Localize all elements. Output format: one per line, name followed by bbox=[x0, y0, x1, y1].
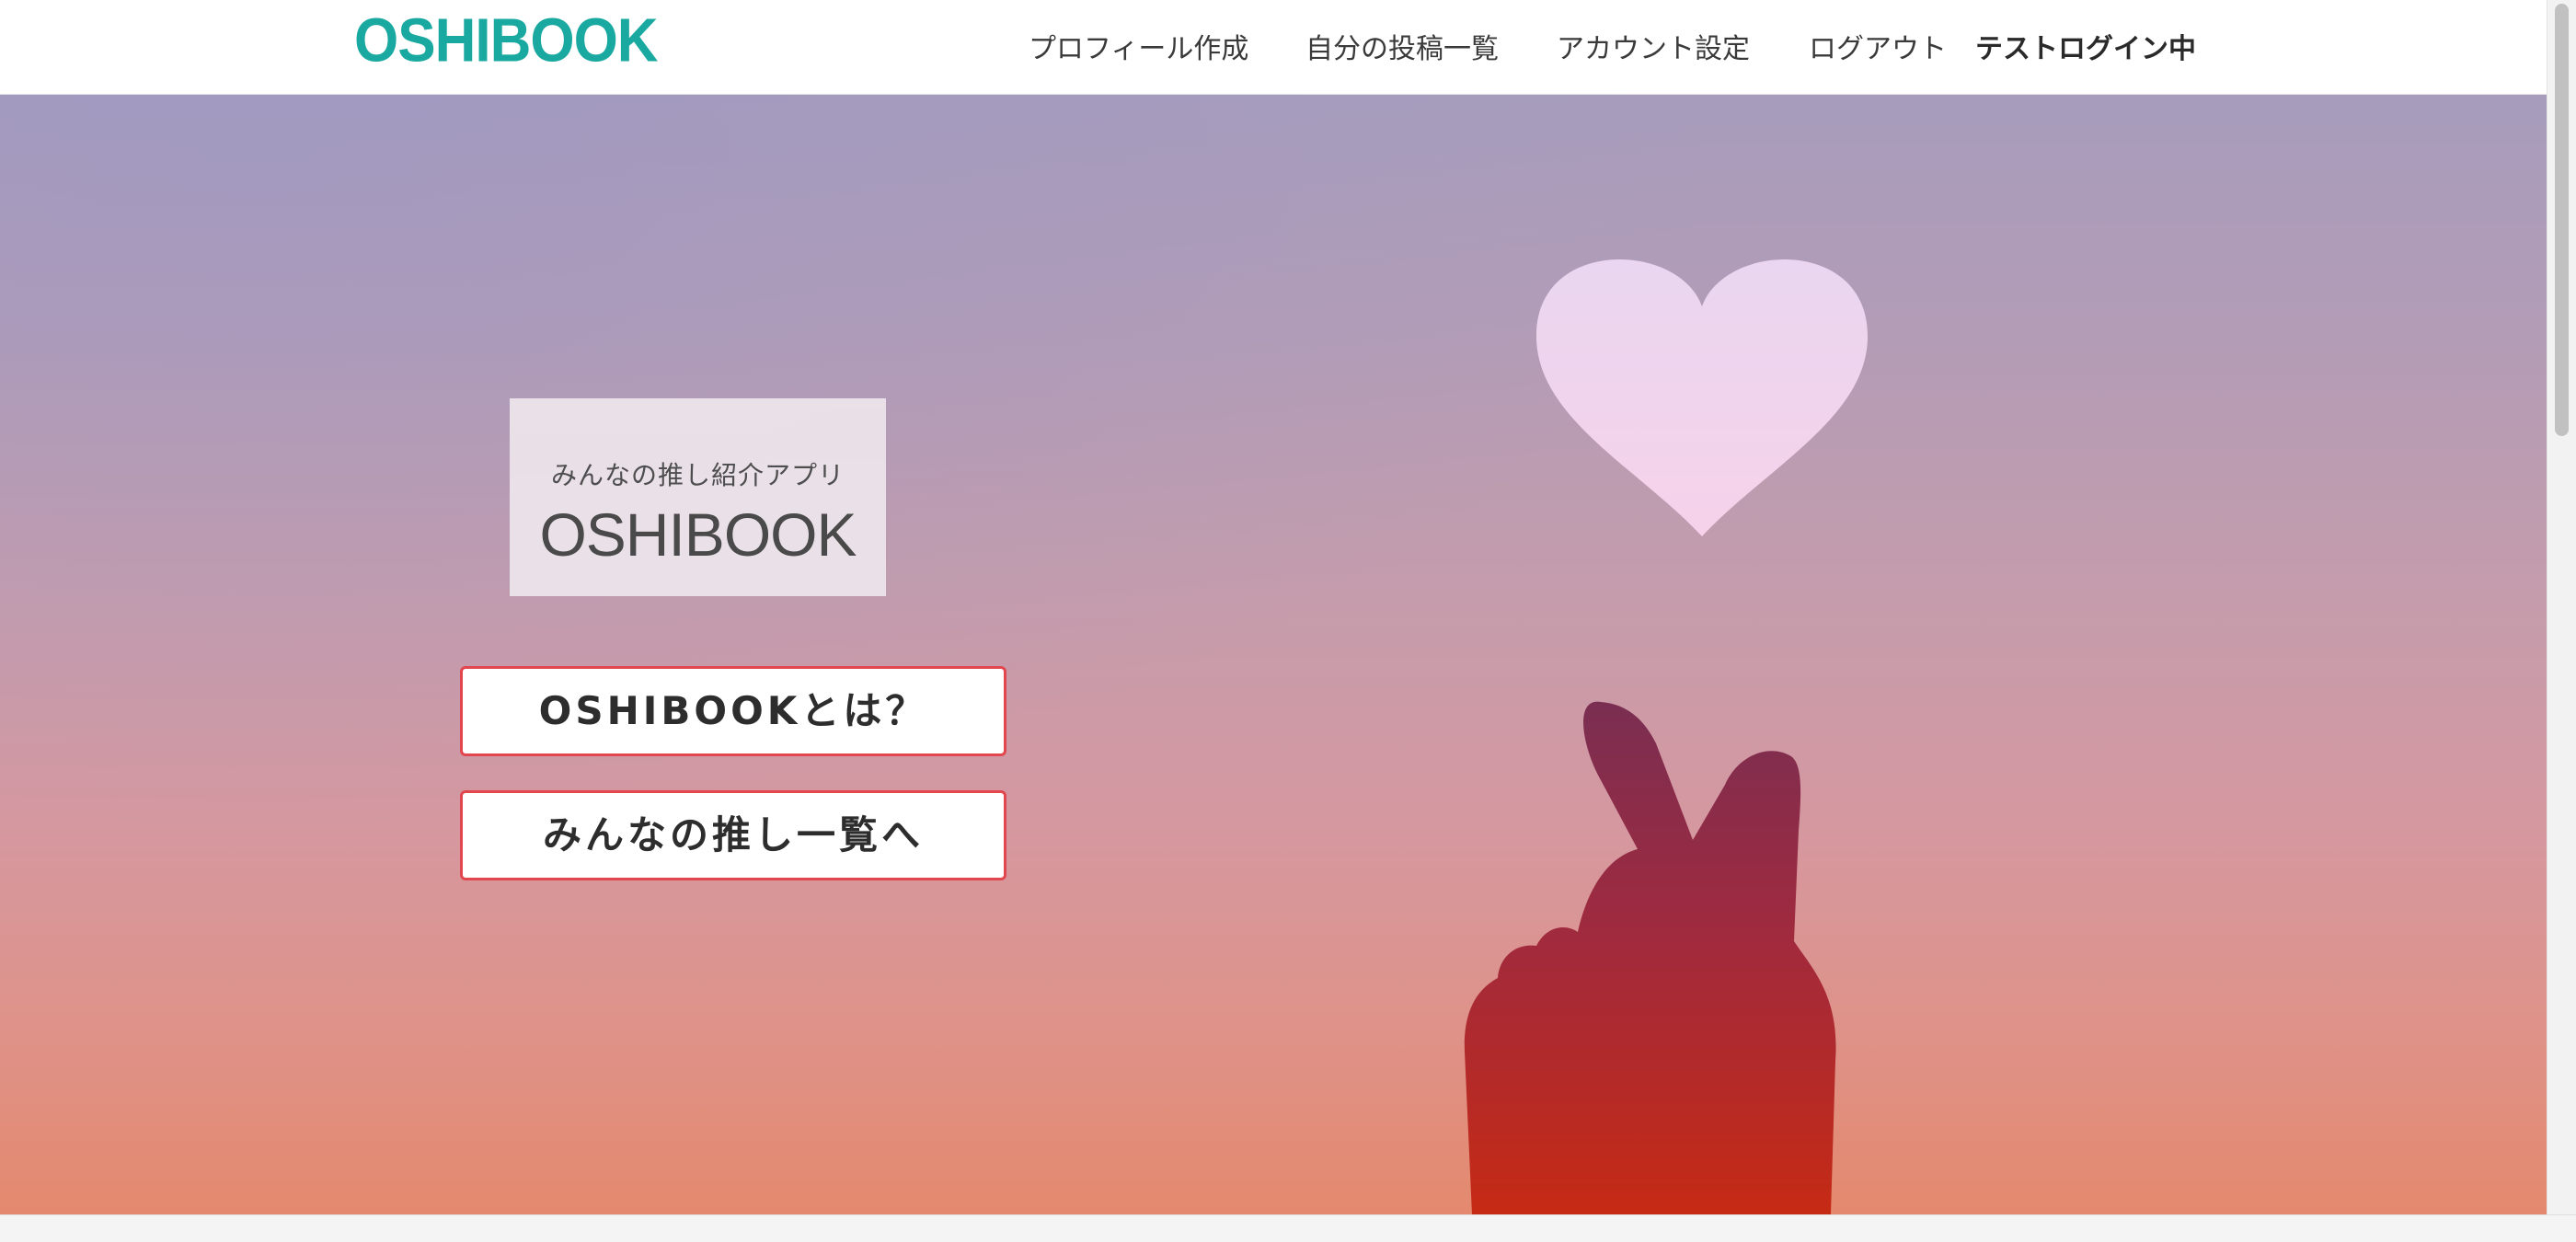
hero-section: みんなの推し紹介アプリ OSHIBOOK OSHIBOOKとは？ みんなの推し一… bbox=[0, 95, 2547, 1214]
nav-my-posts[interactable]: 自分の投稿一覧 bbox=[1305, 26, 1499, 66]
about-oshibook-button[interactable]: OSHIBOOKとは？ bbox=[460, 666, 1006, 756]
nav-profile-create[interactable]: プロフィール作成 bbox=[1029, 26, 1248, 66]
page-bottom-edge bbox=[0, 1214, 2576, 1242]
hero-title: OSHIBOOK bbox=[539, 500, 857, 569]
heart-icon bbox=[1535, 259, 1869, 536]
oshi-list-button[interactable]: みんなの推し一覧へ bbox=[460, 790, 1006, 880]
scrollbar-thumb[interactable] bbox=[2555, 4, 2569, 436]
site-logo[interactable]: OSHIBOOK bbox=[354, 6, 659, 76]
nav-account-settings[interactable]: アカウント設定 bbox=[1557, 26, 1750, 66]
hero-tagline: みんなの推し紹介アプリ bbox=[550, 460, 845, 490]
site-header: OSHIBOOK プロフィール作成 自分の投稿一覧 アカウント設定 ログアウト … bbox=[0, 0, 2547, 95]
login-status: テストログイン中 bbox=[1975, 33, 2196, 65]
vertical-scrollbar[interactable] bbox=[2547, 0, 2576, 1214]
hero-background bbox=[0, 95, 2547, 1214]
finger-heart-hand-icon bbox=[1464, 701, 1836, 1214]
browser-viewport: OSHIBOOK プロフィール作成 自分の投稿一覧 アカウント設定 ログアウト … bbox=[0, 0, 2576, 1242]
nav-logout[interactable]: ログアウト bbox=[1809, 26, 1947, 66]
hero-title-card: みんなの推し紹介アプリ OSHIBOOK bbox=[510, 398, 886, 596]
